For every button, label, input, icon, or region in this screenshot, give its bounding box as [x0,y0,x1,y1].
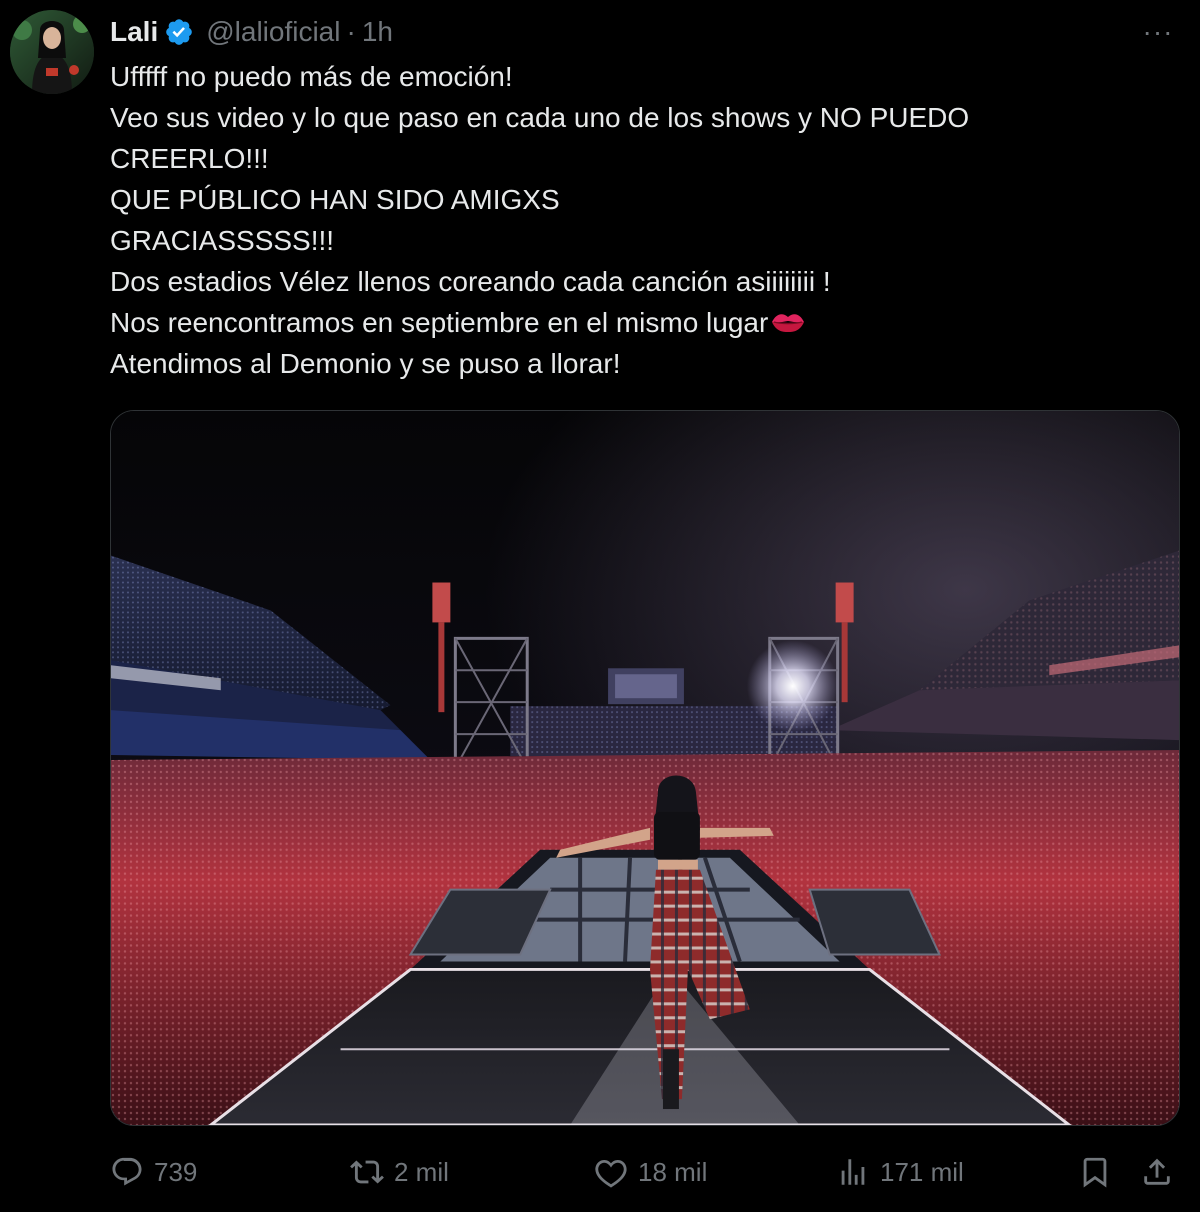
more-dots-icon[interactable]: ··· [1138,14,1178,50]
heart-icon [594,1155,628,1189]
like-count: 18 mil [638,1156,708,1187]
text-line: Veo sus video y lo que paso en cada uno … [110,102,970,133]
like-button[interactable]: 18 mil [594,1148,707,1196]
author-handle[interactable]: @lalioficial [206,16,340,48]
text-line: GRACIASSSSS!!! [110,225,335,256]
text-line: Dos estadios Vélez llenos coreando cada … [110,266,831,297]
kiss-mark-emoji-icon [770,304,806,332]
repost-icon [350,1155,384,1189]
views-button[interactable]: 171 mil [836,1148,964,1196]
text-line: QUE PÚBLICO HAN SIDO AMIGXS [110,184,560,215]
tweet-header: Lali @lalioficial · 1h [110,12,1200,52]
text-line-with-emoji: Nos reencontramos en septiembre en el mi… [110,302,1170,343]
views-chart-icon [836,1155,870,1189]
tweet: Lali @lalioficial · 1h ··· Ufffff no pue… [0,0,1200,1212]
reply-button[interactable]: 739 [110,1148,197,1196]
tweet-actions: 739 2 mil 18 mil 171 mil [110,1148,1180,1196]
author-name[interactable]: Lali [110,16,158,48]
verified-badge-icon [164,17,194,47]
text-line: Nos reencontramos en septiembre en el mi… [110,307,769,338]
avatar[interactable] [10,10,94,94]
reply-bubble-icon [110,1155,144,1189]
bookmark-icon [1078,1155,1112,1189]
reply-count: 739 [154,1156,198,1187]
bookmark-button[interactable] [1078,1148,1112,1196]
view-count: 171 mil [880,1156,964,1187]
tweet-photo[interactable] [110,410,1180,1126]
concert-photo [111,411,1179,1125]
tweet-text: Ufffff no puedo más de emoción! Veo sus … [110,56,1170,384]
repost-button[interactable]: 2 mil [350,1148,449,1196]
repost-count: 2 mil [394,1156,449,1187]
avatar-image [10,10,94,94]
text-line: Ufffff no puedo más de emoción! [110,61,513,92]
share-button[interactable] [1140,1148,1174,1196]
text-line: CREERLO!!! [110,143,269,174]
timestamp[interactable]: 1h [362,16,393,48]
share-icon [1140,1155,1174,1189]
separator-dot: · [346,16,356,47]
text-line: Atendimos al Demonio y se puso a llorar! [110,348,621,379]
